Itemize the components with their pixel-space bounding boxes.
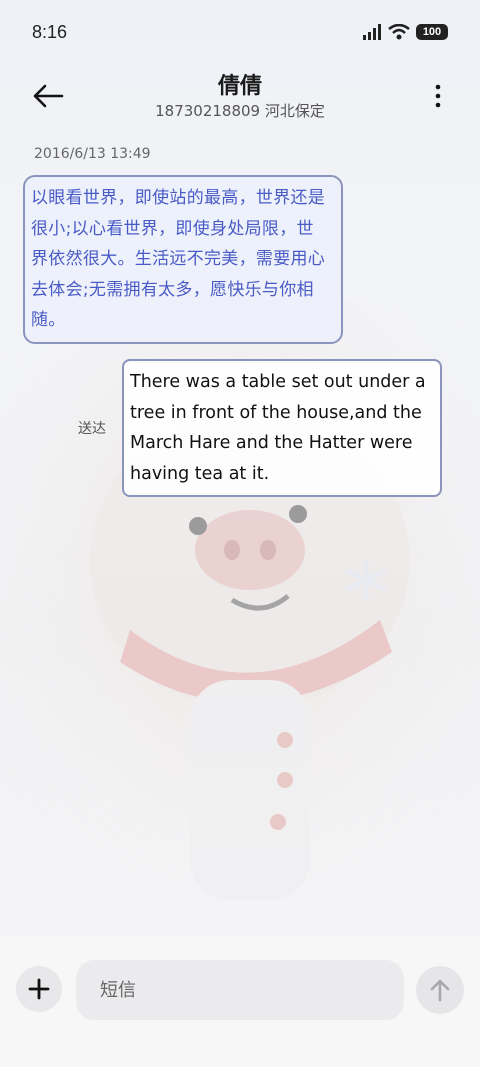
contact-name: 倩倩 — [217, 74, 262, 99]
message-timestamp: 2016/6/13 13:49 — [34, 146, 151, 162]
composer-bar — [0, 936, 480, 1067]
more-vertical-icon — [435, 84, 441, 108]
message-input[interactable] — [76, 960, 404, 1020]
conversation-header: 倩倩 18730218809 河北保定 — [0, 66, 480, 128]
status-bar: 8:16 100 — [0, 0, 480, 66]
more-options-button[interactable] — [426, 78, 450, 114]
battery-icon: 100 — [416, 24, 448, 40]
status-time: 8:16 — [32, 22, 68, 42]
delivery-status: 送达 — [78, 421, 106, 437]
outgoing-message-text: There was a table set out under a tree i… — [130, 372, 426, 484]
incoming-message-bubble[interactable]: 以眼看世界，即使站的最高，世界还是很小;以心看世界，即使身处局限，世界依然很大。… — [23, 175, 343, 344]
send-arrow-icon — [430, 979, 450, 1002]
plus-icon — [28, 978, 50, 1000]
add-attachment-button[interactable] — [16, 966, 62, 1012]
contact-detail: 18730218809 河北保定 — [155, 102, 325, 120]
incoming-message-text: 以眼看世界，即使站的最高，世界还是很小;以心看世界，即使身处局限，世界依然很大。… — [31, 188, 326, 330]
wifi-icon — [388, 24, 410, 40]
outgoing-message-bubble[interactable]: There was a table set out under a tree i… — [122, 359, 442, 497]
status-icons: 100 — [362, 24, 448, 40]
signal-icon — [363, 24, 381, 40]
send-button[interactable] — [416, 966, 464, 1014]
